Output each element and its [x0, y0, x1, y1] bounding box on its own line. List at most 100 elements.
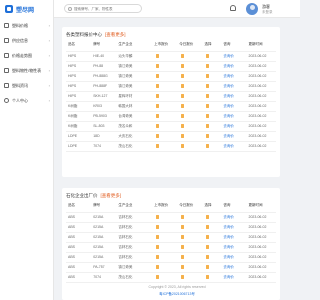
inquiry-link[interactable]: 去询价 [221, 252, 247, 263]
avatar[interactable] [246, 3, 258, 15]
file-icon[interactable] [181, 84, 185, 89]
bell-icon[interactable] [230, 5, 236, 11]
file-icon[interactable] [206, 255, 210, 260]
inquiry-link[interactable]: 去询价 [221, 222, 247, 233]
file-icon[interactable] [206, 265, 210, 270]
search-box[interactable] [64, 4, 142, 13]
file-icon[interactable] [206, 94, 210, 99]
file-icon[interactable] [181, 255, 185, 260]
file-icon[interactable] [206, 114, 210, 119]
file-icon[interactable] [181, 215, 185, 220]
file-icon[interactable] [206, 54, 210, 59]
maker-cell: 吉林石化 [116, 252, 153, 263]
view-more-link[interactable]: [查看更多] [101, 193, 122, 198]
column-header: 生产企业 [116, 200, 153, 213]
icp-link[interactable]: 粤ICP备2021006713号 [54, 292, 300, 297]
file-icon[interactable] [206, 235, 210, 240]
inquiry-link[interactable]: 去询价 [221, 61, 247, 72]
file-icon[interactable] [156, 275, 160, 280]
file-icon[interactable] [206, 215, 210, 220]
file-icon[interactable] [206, 74, 210, 79]
file-icon[interactable] [156, 144, 160, 149]
file-icon[interactable] [181, 245, 185, 250]
search-input[interactable] [74, 6, 136, 11]
date-cell: 2023-06-02 [246, 81, 276, 92]
file-icon[interactable] [181, 104, 185, 109]
file-icon[interactable] [156, 225, 160, 230]
sidebar-item[interactable]: 塑料资讯 › [0, 78, 53, 93]
inquiry-link[interactable]: 去询价 [221, 111, 247, 122]
logo[interactable]: 塑尽网 [0, 0, 53, 18]
inquiry-link[interactable]: 去询价 [221, 51, 247, 62]
file-icon[interactable] [156, 235, 160, 240]
inquiry-link[interactable]: 去询价 [221, 262, 247, 273]
file-cell [152, 131, 178, 142]
file-icon[interactable] [156, 215, 160, 220]
view-more-link[interactable]: [查看更多] [105, 32, 126, 37]
file-icon[interactable] [181, 114, 185, 119]
file-icon[interactable] [156, 64, 160, 69]
file-icon[interactable] [181, 54, 185, 59]
file-icon[interactable] [181, 225, 185, 230]
inquiry-link[interactable]: 去询价 [221, 212, 247, 223]
inquiry-link[interactable]: 去询价 [221, 232, 247, 243]
sidebar-item[interactable]: 价格走势图 › [0, 48, 53, 63]
inquiry-link[interactable]: 去询价 [221, 272, 247, 283]
inquiry-link[interactable]: 去询价 [221, 91, 247, 102]
file-cell [177, 242, 203, 253]
file-icon[interactable] [206, 104, 210, 109]
file-icon[interactable] [206, 144, 210, 149]
file-icon[interactable] [156, 74, 160, 79]
file-icon[interactable] [206, 134, 210, 139]
inquiry-link[interactable]: 去询价 [221, 242, 247, 253]
inquiry-link[interactable]: 去询价 [221, 131, 247, 142]
inquiry-link[interactable]: 去询价 [221, 121, 247, 132]
file-icon[interactable] [156, 124, 160, 129]
inquiry-link[interactable]: 去询价 [221, 71, 247, 82]
file-icon[interactable] [181, 124, 185, 129]
file-icon[interactable] [181, 235, 185, 240]
file-icon[interactable] [156, 245, 160, 250]
file-icon[interactable] [206, 124, 210, 129]
maker-cell: 吉林石化 [116, 212, 153, 223]
maker-cell: 镇江奇美 [116, 61, 153, 72]
chevron-right-icon: › [48, 38, 50, 43]
maker-cell: 吉林石化 [116, 222, 153, 233]
file-icon[interactable] [156, 94, 160, 99]
file-icon[interactable] [156, 255, 160, 260]
file-icon[interactable] [156, 114, 160, 119]
file-icon[interactable] [156, 265, 160, 270]
product-name-cell: ABS [66, 262, 92, 273]
file-icon[interactable] [156, 134, 160, 139]
sidebar-item[interactable]: 塑料物性/物性表 › [0, 63, 53, 78]
inquiry-link[interactable]: 去询价 [221, 141, 247, 152]
table-row: ABS 0215A 吉林石化 去询价 2023-06-02 [66, 252, 276, 263]
sidebar-item[interactable]: 供应信息 › [0, 33, 53, 48]
file-icon[interactable] [206, 245, 210, 250]
file-icon[interactable] [156, 104, 160, 109]
grade-cell: 0215A [91, 222, 117, 233]
file-icon[interactable] [156, 54, 160, 59]
panel-title: 各类塑料报价中心 [查看更多] [62, 27, 280, 39]
maker-cell: 大庆石化 [116, 131, 153, 142]
sidebar-item[interactable]: 塑料价格 › [0, 18, 53, 33]
file-cell [202, 51, 222, 62]
inquiry-link[interactable]: 去询价 [221, 101, 247, 112]
file-icon[interactable] [206, 225, 210, 230]
file-cell [152, 61, 178, 72]
file-icon[interactable] [206, 64, 210, 69]
file-icon[interactable] [206, 84, 210, 89]
file-icon[interactable] [181, 275, 185, 280]
sidebar-item[interactable]: 个人中心 › [0, 93, 53, 108]
file-icon[interactable] [156, 84, 160, 89]
inquiry-link[interactable]: 去询价 [221, 81, 247, 92]
file-icon[interactable] [181, 94, 185, 99]
chevron-right-icon: › [48, 23, 50, 28]
file-icon[interactable] [181, 74, 185, 79]
file-icon[interactable] [206, 275, 210, 280]
date-cell: 2023-06-02 [246, 141, 276, 152]
file-icon[interactable] [181, 134, 185, 139]
file-icon[interactable] [181, 64, 185, 69]
file-icon[interactable] [181, 265, 185, 270]
file-icon[interactable] [181, 144, 185, 149]
